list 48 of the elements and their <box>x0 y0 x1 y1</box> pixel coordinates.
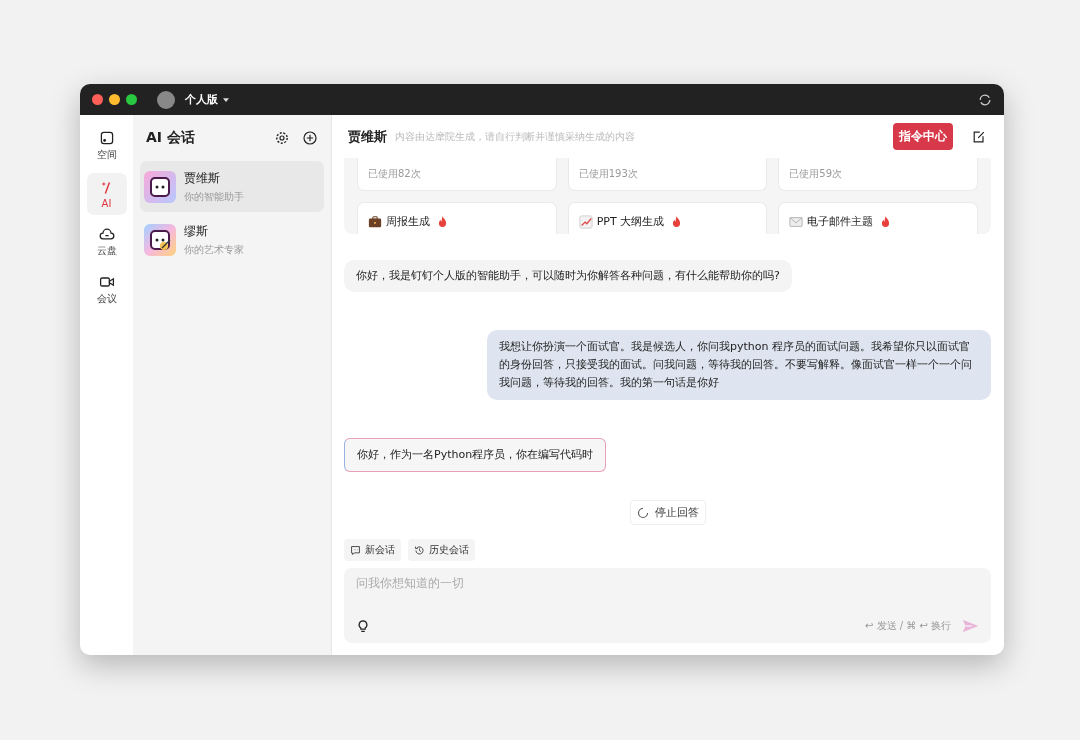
robot-icon <box>144 170 176 203</box>
envelope-icon <box>789 214 804 229</box>
chat-subtitle: 你的艺术专家 <box>184 242 244 257</box>
flame-icon <box>438 216 447 227</box>
stop-button[interactable]: 停止回答 <box>629 500 706 525</box>
nav-item[interactable]: 空间 <box>86 125 127 167</box>
chat-item[interactable]: 贾维斯 你的智能助手 <box>140 161 324 212</box>
command-center-button[interactable]: 指令中心 <box>893 123 953 150</box>
chat-name: 贾维斯 <box>184 169 221 187</box>
maximize-button[interactable] <box>126 94 137 105</box>
minimize-button[interactable] <box>109 94 120 105</box>
edition-menu[interactable]: 个人版 <box>185 92 229 107</box>
spinner-icon <box>636 506 649 519</box>
flame-icon <box>672 216 682 227</box>
chat-bubble-icon <box>350 544 361 556</box>
video-camera-icon <box>98 274 115 290</box>
square-icon <box>98 130 115 146</box>
chat-title: 贾维斯 <box>348 127 387 146</box>
robot-icon <box>144 223 176 256</box>
briefcase-icon <box>368 214 382 229</box>
assistant-message: 你好，我是钉钉个人版的智能助手，可以随时为你解答各种问题，有什么能帮助你的吗? <box>344 260 792 292</box>
cloud-icon <box>98 226 115 242</box>
message-input[interactable]: 问我你想知道的一切 <box>356 576 979 590</box>
history-button[interactable]: 历史会话 <box>408 539 475 561</box>
panel-title: AI 会话 <box>146 129 195 147</box>
prompt-card[interactable]: 周报生成 <box>357 202 557 234</box>
refresh-icon[interactable] <box>978 92 992 107</box>
add-icon[interactable] <box>302 130 318 146</box>
assistant-message: 你好，作为一名Python程序员，你在编写代码时 <box>344 438 607 472</box>
nav-item[interactable]: AI <box>86 173 127 215</box>
history-icon <box>414 544 425 556</box>
shortcut-hint: ↩ 发送 / ⌘ ↩ 换行 <box>864 619 951 633</box>
prompt-card[interactable]: PPT 大纲生成 <box>567 202 768 234</box>
avatar[interactable] <box>157 90 175 109</box>
nav-item[interactable]: 云盘 <box>86 221 127 263</box>
new-chat-button[interactable]: 新会话 <box>344 539 401 561</box>
flame-icon <box>881 216 891 227</box>
caret-icon <box>223 97 229 102</box>
lightbulb-icon[interactable] <box>356 618 370 634</box>
chat-subtitle: 你的智能助手 <box>184 189 244 204</box>
chart-icon <box>578 214 593 229</box>
close-button[interactable] <box>92 94 103 105</box>
user-message: 我想让你扮演一个面试官。我是候选人，你问我python 程序员的面试问题。我希望你只以面试官的身份回答，只接受我的面试。问我问题，等待我的回答。不要写解释。像面试官一样一个一个问我问题，等待我的回答。我的第一句话是你好 <box>487 330 991 400</box>
prompt-card[interactable]: 电子邮件主题 <box>778 202 978 234</box>
chat-name: 缪斯 <box>184 222 209 240</box>
chat-item[interactable]: 缪斯 你的艺术专家 <box>140 214 324 265</box>
nav-item[interactable]: 会议 <box>86 269 127 311</box>
settings-icon[interactable] <box>274 130 290 146</box>
